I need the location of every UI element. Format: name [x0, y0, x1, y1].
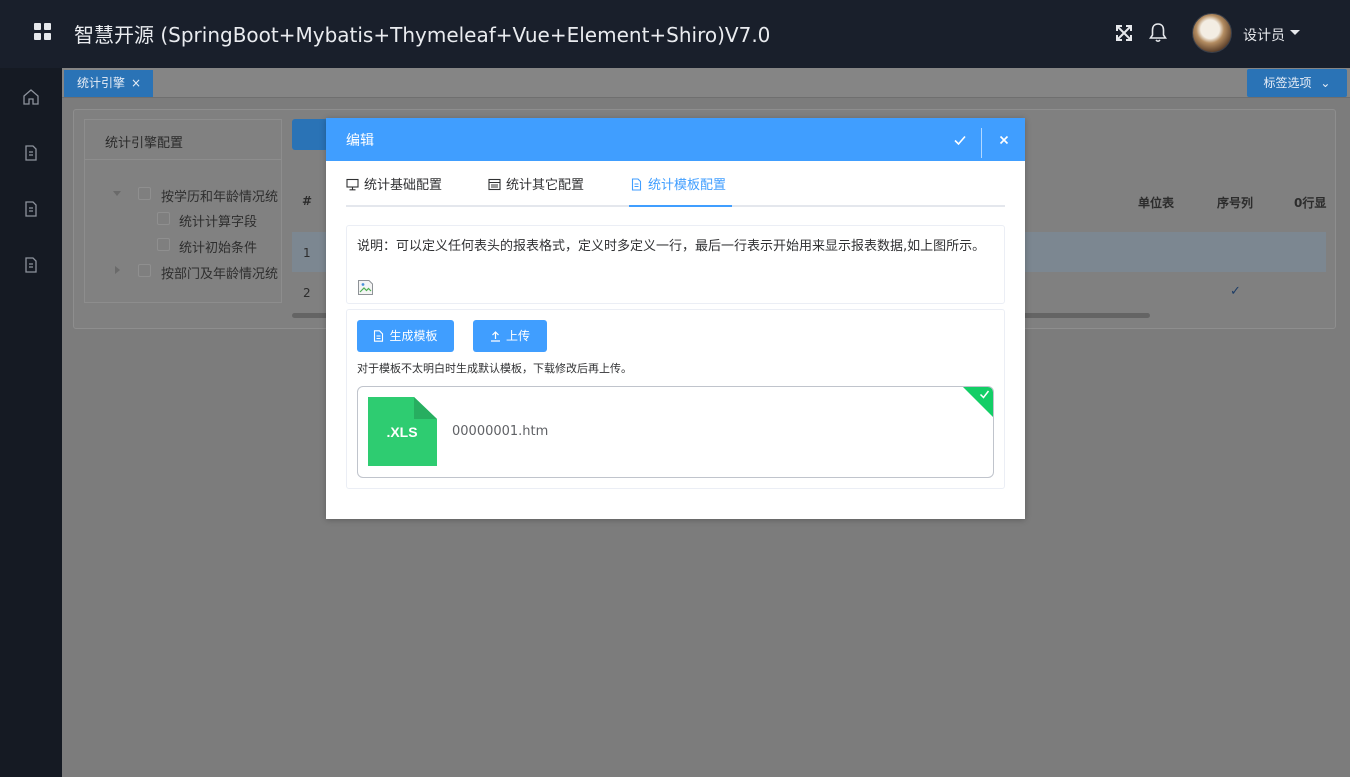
divider: [85, 159, 281, 160]
app-title: 智慧开源 (SpringBoot+Mybatis+Thymeleaf+Vue+E…: [74, 23, 771, 47]
tree-title: 统计引擎配置: [105, 136, 184, 151]
hint-text: 对于模板不太明白时生成默认模板，下载修改后再上传。: [357, 362, 632, 375]
dialog-title: 编辑: [346, 133, 374, 149]
document-icon[interactable]: [22, 200, 40, 218]
bell-icon[interactable]: [1147, 20, 1169, 44]
generate-template-label: 生成模板: [389, 329, 438, 343]
tree-checkbox[interactable]: [157, 238, 170, 251]
close-icon[interactable]: [996, 132, 1012, 148]
row-number: 1: [303, 246, 311, 260]
tree-node[interactable]: 统计初始条件: [179, 237, 257, 256]
document-icon: [631, 178, 642, 191]
caret-right-icon[interactable]: [115, 266, 120, 274]
tree-checkbox[interactable]: [138, 187, 151, 200]
refresh-button[interactable]: [292, 119, 328, 150]
upload-icon: [490, 331, 500, 342]
uploaded-file-card[interactable]: .XLS 00000001.htm: [357, 386, 994, 478]
tree-node[interactable]: 按部门及年龄情况统: [161, 263, 278, 282]
success-check-icon: [979, 390, 990, 399]
column-header: 单位表: [1138, 196, 1175, 210]
document-icon: [374, 330, 384, 342]
tree-node[interactable]: 按学历和年龄情况统: [161, 186, 278, 205]
tab-template-config[interactable]: 统计模板配置: [630, 174, 726, 205]
dialog-tabs: 统计基础配置 统计其它配置 统计模板配置: [346, 174, 1005, 207]
broken-image-icon: [358, 280, 373, 295]
tab-close-icon[interactable]: ×: [131, 70, 141, 97]
description-text: 说明：可以定义任何表头的报表格式，定义时多定义一行，最后一行表示开始用来显示报表…: [357, 239, 986, 254]
menu-grid-icon[interactable]: [34, 23, 52, 41]
upload-label: 上传: [505, 329, 530, 343]
upload-button[interactable]: 上传: [473, 320, 547, 352]
user-menu-caret-icon[interactable]: [1290, 30, 1300, 35]
calendar-icon: [488, 178, 501, 191]
divider: [981, 128, 982, 158]
document-icon[interactable]: [22, 144, 40, 162]
column-header: 0行显: [1294, 196, 1327, 210]
check-icon: ✓: [1230, 284, 1241, 299]
tree-checkbox[interactable]: [157, 212, 170, 225]
caret-down-icon[interactable]: [113, 191, 121, 196]
tab-other-config[interactable]: 统计其它配置: [488, 174, 584, 205]
tree-checkbox[interactable]: [138, 264, 151, 277]
tab-label: 统计模板配置: [648, 178, 727, 193]
description-panel: 说明：可以定义任何表头的报表格式，定义时多定义一行，最后一行表示开始用来显示报表…: [346, 225, 1005, 304]
user-name[interactable]: 设计员: [1243, 25, 1285, 45]
tab-options-label: 标签选项: [1263, 76, 1312, 90]
document-icon[interactable]: [22, 256, 40, 274]
top-bar: 智慧开源 (SpringBoot+Mybatis+Thymeleaf+Vue+E…: [0, 0, 1350, 68]
upload-panel: 生成模板 上传 对于模板不太明白时生成默认模板，下载修改后再上传。 .XLS 0…: [346, 309, 1005, 489]
edit-dialog: 编辑 统计基础配置 统计其它配置 统计模板配置 说明：可以定义任何表头的报表格式…: [326, 118, 1025, 519]
tab-label: 统计基础配置: [364, 178, 443, 193]
tab-bar: [62, 68, 1350, 98]
fullscreen-icon[interactable]: [1113, 20, 1135, 44]
dialog-header: 编辑: [326, 118, 1025, 161]
column-header: #: [302, 194, 313, 208]
confirm-check-icon[interactable]: [952, 132, 968, 148]
chevron-down-icon: ⌄: [1320, 76, 1331, 90]
file-type-label: .XLS: [386, 424, 417, 440]
monitor-icon: [346, 178, 359, 191]
row-number: 2: [303, 286, 311, 300]
file-name[interactable]: 00000001.htm: [452, 424, 548, 439]
active-tab-indicator: [629, 205, 732, 207]
avatar[interactable]: [1192, 13, 1232, 53]
home-icon[interactable]: [22, 88, 40, 106]
sidebar: [0, 68, 62, 777]
tab-label: 统计其它配置: [506, 178, 585, 193]
column-header: 序号列: [1217, 196, 1254, 210]
tab-options-button[interactable]: 标签选项 ⌄: [1247, 69, 1347, 97]
xls-file-icon: .XLS: [368, 397, 437, 466]
generate-template-button[interactable]: 生成模板: [357, 320, 454, 352]
tab-basic-config[interactable]: 统计基础配置: [346, 174, 442, 205]
tree-node[interactable]: 统计计算字段: [179, 211, 257, 230]
